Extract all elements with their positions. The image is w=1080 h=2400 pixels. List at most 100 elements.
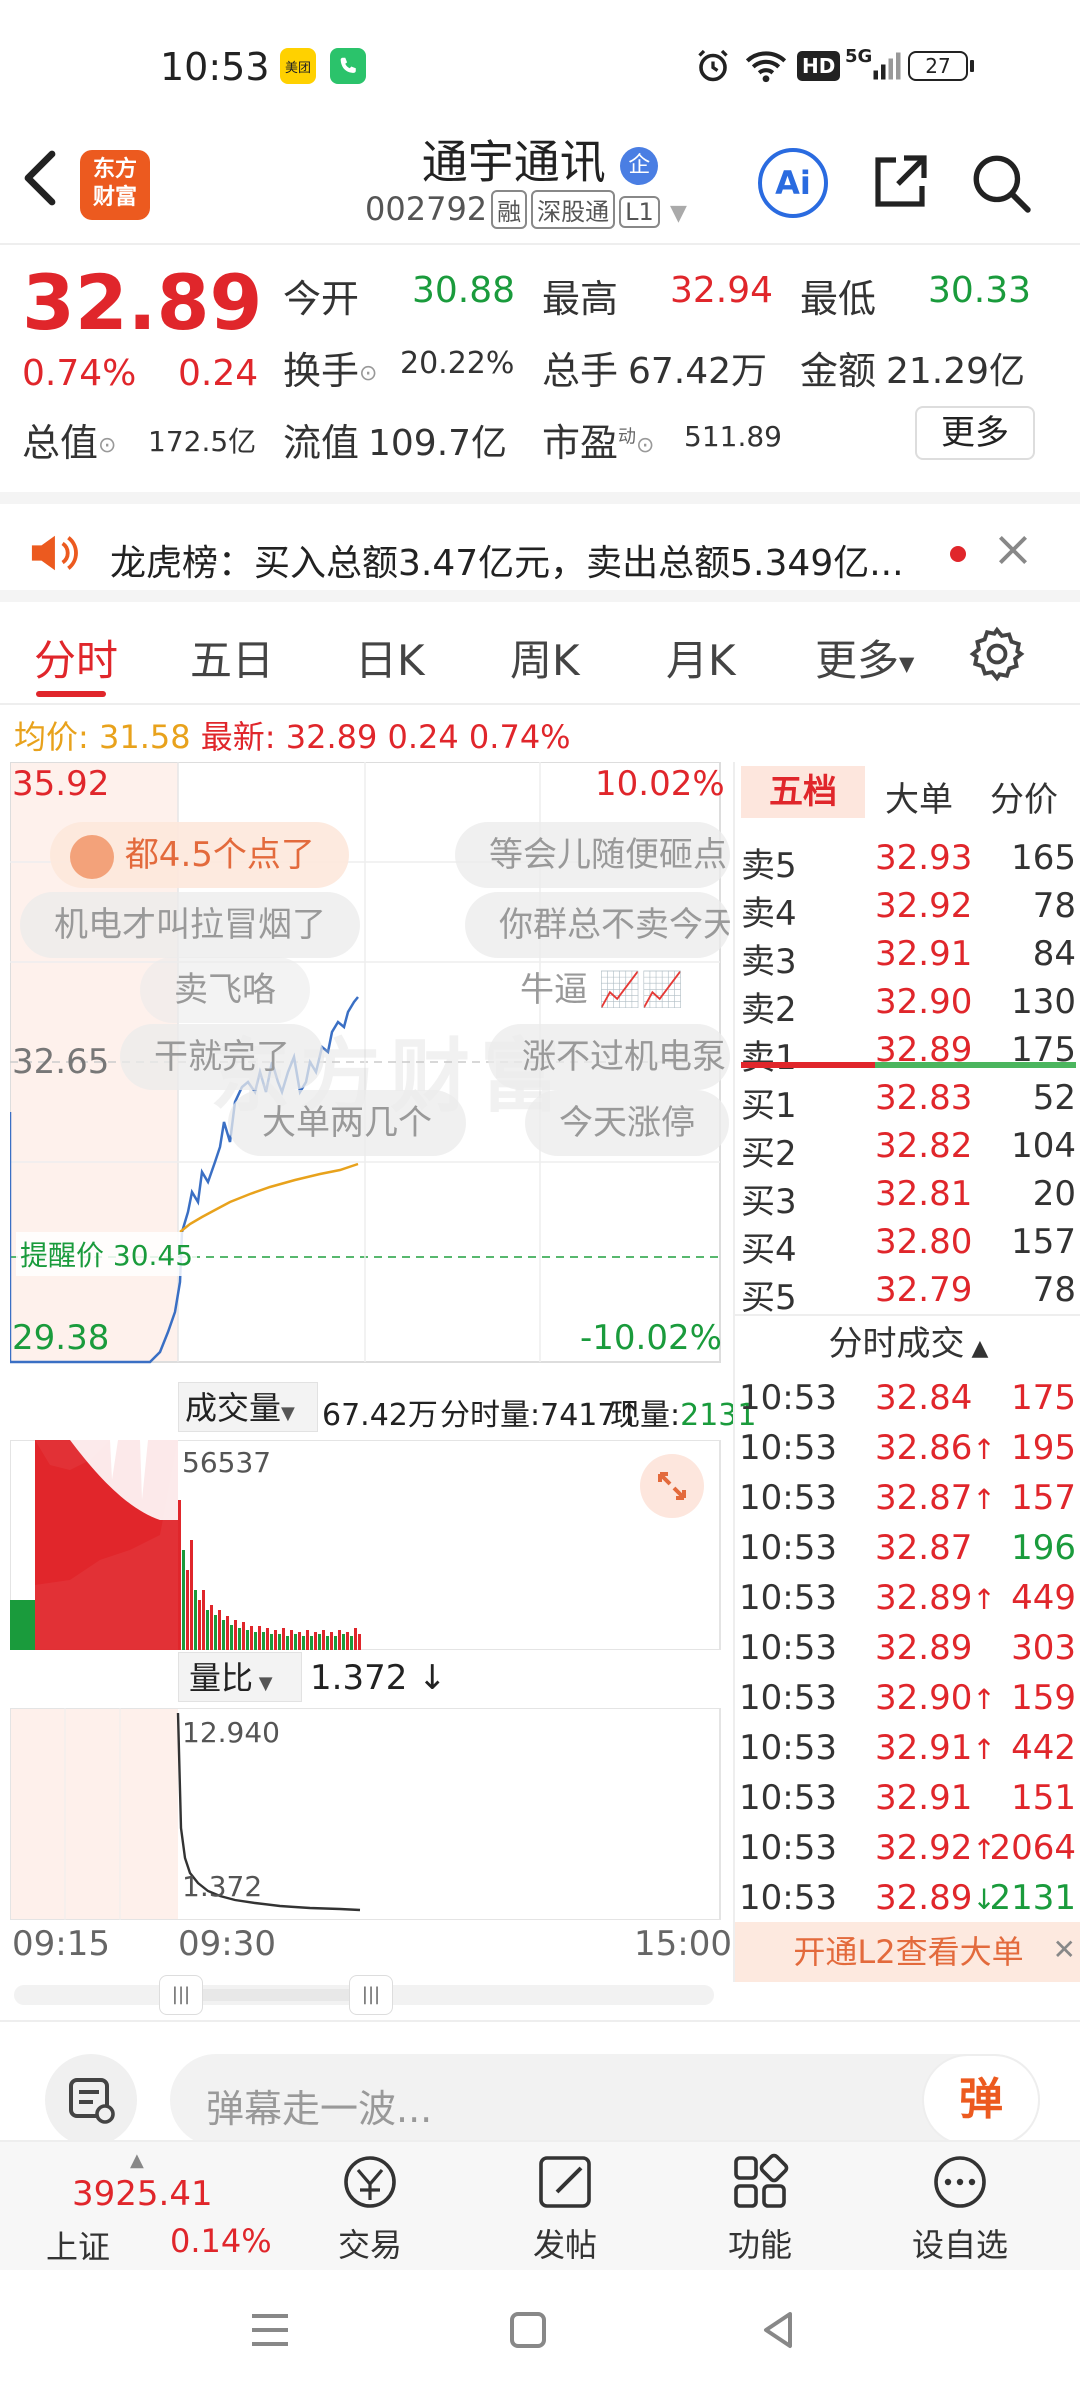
l2-promo[interactable]: 开通L2查看大单 ✕ [735, 1922, 1080, 1982]
info-icon[interactable]: ⊙ [636, 433, 654, 458]
search-icon[interactable] [968, 150, 1034, 220]
post-button[interactable]: 发帖 [505, 2152, 625, 2266]
level-label: 买5 [741, 1278, 797, 1318]
trade-button[interactable]: 交易 [310, 2152, 430, 2266]
ratio-chart[interactable]: 12.940 1.372 [9, 1707, 730, 1921]
back-nav-icon[interactable] [758, 2310, 798, 2354]
level-price: 32.80 [875, 1222, 973, 1262]
volume-label: 总手 [542, 349, 619, 393]
ask-row[interactable]: 卖2 32.90 130 [735, 978, 1080, 1030]
intraday-chart[interactable]: 35.92 32.65 29.38 10.02% -10.02% 提醒价 30.… [10, 762, 730, 1382]
trade-time: 10:53 [739, 1428, 837, 1468]
tab-five-levels[interactable]: 五档 [741, 766, 865, 818]
bid-row[interactable]: 买5 32.79 78 [735, 1266, 1080, 1318]
tab-monthly-k[interactable]: 月K [666, 627, 736, 688]
send-danmu-button[interactable]: 弹 [922, 2054, 1040, 2146]
danmu-item[interactable]: 你群总不卖今天 [465, 892, 730, 958]
enterprise-badge: 企 [620, 146, 659, 185]
close-icon[interactable] [995, 532, 1031, 572]
level-qty: 165 [1011, 838, 1076, 878]
change-pct: 0.74% [22, 353, 137, 394]
range-slider[interactable]: ||| ||| [14, 1975, 714, 2015]
level-label: 买2 [741, 1134, 797, 1174]
bid-row[interactable]: 买1 32.83 52 [735, 1074, 1080, 1126]
info-icon[interactable]: ⊙ [98, 433, 116, 458]
bottom-toolbar: ▲ 3925.41 上证 0.14% 交易 发帖 功能 设自选 [0, 2140, 1080, 2270]
banner-text: 龙虎榜：买入总额3.47亿元，卖出总额5.349亿... [110, 543, 904, 584]
danmu-item[interactable]: 今天涨停 [525, 1090, 729, 1156]
add-watchlist-button[interactable]: 设自选 [900, 2152, 1020, 2266]
trade-time: 10:53 [739, 1678, 837, 1718]
info-icon[interactable]: ⊙ [359, 361, 377, 386]
home-nav-icon[interactable] [508, 2310, 548, 2354]
danmu-item[interactable]: 大单两几个 [228, 1090, 466, 1156]
ask-row[interactable]: 卖3 32.91 84 [735, 930, 1080, 982]
trades-header[interactable]: 分时成交 ▲ [735, 1314, 1080, 1370]
trade-price: 32.86↑ [875, 1428, 996, 1468]
bid-row[interactable]: 买2 32.82 104 [735, 1122, 1080, 1174]
level-qty: 20 [1032, 1174, 1076, 1214]
tab-big-orders[interactable]: 大单 [885, 772, 953, 821]
danmu-item[interactable]: 等会儿随便砸点 [455, 822, 730, 888]
slider-handle-left[interactable]: ||| [159, 1975, 203, 2015]
level-price: 32.91 [875, 934, 973, 974]
gear-icon[interactable] [968, 625, 1026, 687]
tab-intraday[interactable]: 分时 [34, 627, 118, 688]
level-label: 买3 [741, 1182, 797, 1222]
alert-price-label[interactable]: 提醒价 30.45 [16, 1232, 198, 1276]
danmu-settings-icon[interactable] [45, 2054, 137, 2146]
stock-code-row[interactable]: 002792 融深股通 L1 ▼ [365, 190, 687, 229]
index-widget[interactable]: ▲ 3925.41 上证 0.14% [40, 2150, 272, 2272]
danmu-item[interactable]: 干就完了 [120, 1024, 324, 1090]
ticker-label: 牛逼 📈📈 [520, 970, 684, 1010]
more-button[interactable]: 更多 [915, 406, 1035, 460]
level-label: 买4 [741, 1230, 797, 1270]
level-price: 32.83 [875, 1078, 973, 1118]
danmu-input[interactable]: 弹幕走一波... 弹 [170, 2054, 1040, 2146]
volume-total: 67.42万 [322, 1398, 438, 1433]
quote-panel: 32.89 0.74% 0.24 今开 30.88 最高 32.94 最低 30… [0, 248, 1080, 490]
functions-button[interactable]: 功能 [700, 2152, 820, 2266]
time-close: 15:00 [634, 1924, 732, 1964]
float-label: 流值 [283, 421, 360, 465]
avg-price-line: 均价: 31.58 最新: 32.89 0.24 0.74% [14, 718, 571, 756]
level-price: 32.82 [875, 1126, 973, 1166]
trade-qty: 157 [1011, 1478, 1076, 1518]
volume-chart[interactable]: 56537 [9, 1439, 730, 1651]
trade-row: 10:53 32.91 151 [735, 1774, 1080, 1824]
share-icon[interactable] [868, 150, 932, 218]
tab-price-dist[interactable]: 分价 [990, 772, 1058, 821]
bid-row[interactable]: 买4 32.80 157 [735, 1218, 1080, 1270]
volume-max-label: 56537 [182, 1446, 272, 1479]
tab-five-day[interactable]: 五日 [190, 627, 274, 688]
trade-qty: 449 [1011, 1578, 1076, 1618]
bid-row[interactable]: 买3 32.81 20 [735, 1170, 1080, 1222]
slider-handle-right[interactable]: ||| [349, 1975, 393, 2015]
danmu-item[interactable]: 卖飞咯 [140, 957, 310, 1023]
ask-row[interactable]: 卖4 32.92 78 [735, 882, 1080, 934]
danmu-item[interactable]: 涨不过机电泵 [488, 1024, 730, 1090]
trade-qty: 196 [1011, 1528, 1076, 1568]
menu-nav-icon[interactable] [248, 2310, 292, 2354]
close-icon[interactable]: ✕ [1053, 1920, 1076, 1980]
trade-row: 10:53 32.91↑ 442 [735, 1724, 1080, 1774]
ask-row[interactable]: 卖5 32.93 165 [735, 834, 1080, 886]
dragon-tiger-banner[interactable]: 龙虎榜：买入总额3.47亿元，卖出总额5.349亿... [0, 492, 1080, 602]
time-open: 09:30 [178, 1924, 276, 1964]
tab-daily-k[interactable]: 日K [355, 627, 425, 688]
book-tabs: 五档 大单 分价 [735, 762, 1080, 822]
tab-weekly-k[interactable]: 周K [510, 627, 580, 688]
volume-selector[interactable]: 成交量▼ [178, 1382, 318, 1432]
danmu-placeholder: 弹幕走一波... [206, 2087, 433, 2131]
trade-row: 10:53 32.90↑ 159 [735, 1674, 1080, 1724]
phone-app-icon [330, 48, 366, 84]
tab-more[interactable]: 更多▼ [815, 627, 914, 688]
trade-qty: 195 [1011, 1428, 1076, 1468]
ratio-selector[interactable]: 量比 ▼ [178, 1652, 302, 1702]
trade-price: 32.87↑ [875, 1478, 996, 1518]
ai-button[interactable]: Ai [758, 148, 828, 218]
danmu-item[interactable]: 都4.5个点了 [50, 822, 349, 888]
danmu-item[interactable]: 机电才叫拉冒烟了 [20, 892, 360, 958]
expand-icon[interactable] [640, 1454, 704, 1518]
level-qty: 104 [1011, 1126, 1076, 1166]
